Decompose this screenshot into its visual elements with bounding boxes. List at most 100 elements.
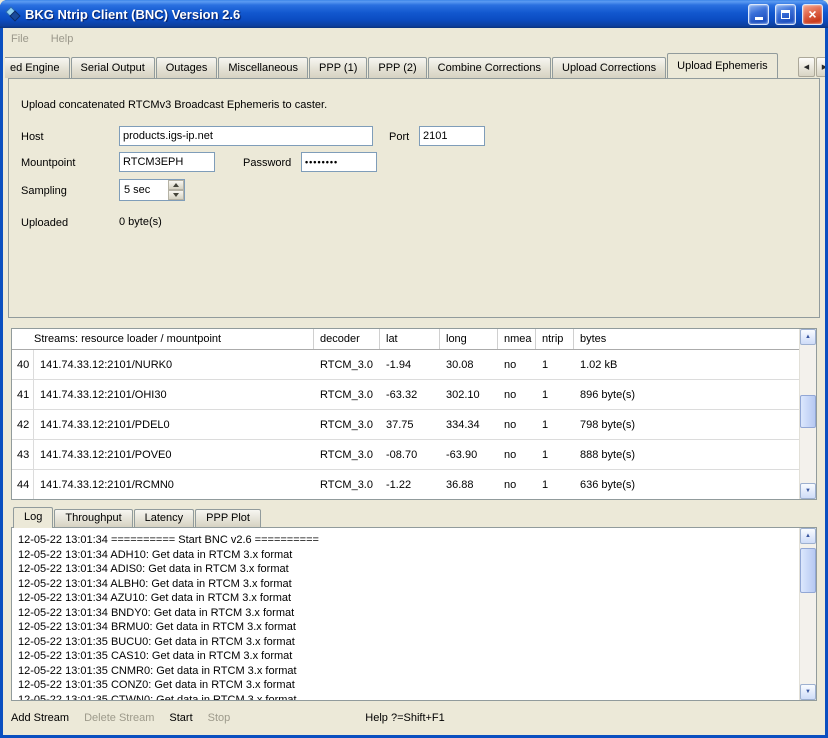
tab-ppp-1[interactable]: PPP (1) [309, 57, 367, 78]
streams-scroll-thumb[interactable] [800, 395, 816, 428]
tab-throughput[interactable]: Throughput [54, 509, 132, 527]
log-line: 12-05-22 13:01:35 CNMR0: Get data in RTC… [18, 664, 793, 679]
tab-latency[interactable]: Latency [134, 509, 195, 527]
tab-serial-output[interactable]: Serial Output [71, 57, 155, 78]
help-button[interactable]: Help ?=Shift+F1 [365, 712, 445, 724]
long-cell: 30.08 [440, 359, 498, 371]
minimize-icon [755, 17, 763, 20]
stream-row[interactable]: 42141.74.33.12:2101/PDEL0RTCM_3.037.7533… [12, 410, 799, 440]
log-scroll-up-button[interactable]: ▲ [800, 528, 816, 544]
sampling-value[interactable]: 5 sec [120, 180, 168, 200]
sampling-down-button[interactable] [168, 190, 184, 200]
window-title: BKG Ntrip Client (BNC) Version 2.6 [25, 7, 742, 22]
column-header-decoder: decoder [314, 329, 380, 349]
streams-scroll-up-button[interactable]: ▲ [800, 329, 816, 345]
maximize-button[interactable] [775, 4, 796, 25]
streams-scroll-down-button[interactable]: ▼ [800, 483, 816, 499]
row-number: 44 [12, 470, 34, 499]
log-output[interactable]: 12-05-22 13:01:34 ========== Start BNC v… [12, 528, 799, 700]
app-icon [5, 6, 21, 22]
sampling-label: Sampling [21, 184, 67, 198]
title-bar[interactable]: BKG Ntrip Client (BNC) Version 2.6 × [0, 0, 828, 28]
menu-file[interactable]: File [11, 33, 29, 45]
log-scrollbar[interactable]: ▲ ▼ [799, 528, 816, 700]
start-button[interactable]: Start [169, 712, 192, 724]
tab-upload-ephemeris[interactable]: Upload Ephemeris [667, 53, 778, 78]
streams-table-main: Streams: resource loader / mountpointdec… [12, 329, 799, 499]
row-number: 42 [12, 410, 34, 439]
delete-stream-button: Delete Stream [84, 712, 154, 724]
lat-cell: 37.75 [380, 419, 440, 431]
port-input[interactable] [419, 126, 485, 146]
tab-combine-corrections[interactable]: Combine Corrections [428, 57, 551, 78]
nmea-cell: no [498, 359, 536, 371]
nmea-cell: no [498, 479, 536, 491]
ntrip-cell: 1 [536, 389, 574, 401]
nmea-cell: no [498, 419, 536, 431]
panel-description: Upload concatenated RTCMv3 Broadcast Eph… [21, 99, 327, 111]
log-scroll-down-button[interactable]: ▼ [800, 684, 816, 700]
tab-miscellaneous[interactable]: Miscellaneous [218, 57, 308, 78]
ntrip-cell: 1 [536, 479, 574, 491]
stream-row[interactable]: 40141.74.33.12:2101/NURK0RTCM_3.0-1.9430… [12, 350, 799, 380]
row-number: 40 [12, 350, 34, 379]
port-label: Port [389, 130, 409, 144]
mountpoint-label: Mountpoint [21, 156, 75, 170]
log-scroll-thumb[interactable] [800, 548, 816, 593]
stop-button: Stop [208, 712, 231, 724]
log-line: 12-05-22 13:01:34 ALBH0: Get data in RTC… [18, 577, 793, 592]
stream-cell: 141.74.33.12:2101/NURK0 [34, 359, 314, 371]
log-tab-bar: LogThroughputLatencyPPP Plot [3, 507, 825, 527]
long-cell: 36.88 [440, 479, 498, 491]
sampling-spin-buttons [168, 180, 184, 200]
add-stream-button[interactable]: Add Stream [11, 712, 69, 724]
sampling-up-button[interactable] [168, 180, 184, 190]
long-cell: 302.10 [440, 389, 498, 401]
tab-upload-corrections[interactable]: Upload Corrections [552, 57, 666, 78]
stream-row[interactable]: 44141.74.33.12:2101/RCMN0RTCM_3.0-1.2236… [12, 470, 799, 499]
sampling-spinbox[interactable]: 5 sec [119, 179, 185, 201]
close-button[interactable]: × [802, 4, 823, 25]
decoder-cell: RTCM_3.0 [314, 449, 380, 461]
long-cell: 334.34 [440, 419, 498, 431]
stream-row[interactable]: 41141.74.33.12:2101/OHI30RTCM_3.0-63.323… [12, 380, 799, 410]
menu-help[interactable]: Help [51, 33, 74, 45]
main-tab-bar: ed EngineSerial OutputOutagesMiscellaneo… [3, 50, 825, 78]
row-number: 41 [12, 380, 34, 409]
bytes-cell: 888 byte(s) [574, 449, 799, 461]
host-label: Host [21, 130, 44, 144]
host-input[interactable] [119, 126, 373, 146]
tab-log[interactable]: Log [13, 507, 53, 528]
lat-cell: -1.94 [380, 359, 440, 371]
log-panel: 12-05-22 13:01:34 ========== Start BNC v… [11, 527, 817, 701]
tab-outages[interactable]: Outages [156, 57, 218, 78]
minimize-button[interactable] [748, 4, 769, 25]
decoder-cell: RTCM_3.0 [314, 419, 380, 431]
tab-scroll-left-button[interactable]: ◀ [798, 57, 815, 77]
long-cell: -63.90 [440, 449, 498, 461]
uploaded-label: Uploaded [21, 216, 68, 230]
streams-scroll-track[interactable] [800, 345, 816, 483]
tab-ppp-plot[interactable]: PPP Plot [195, 509, 261, 527]
nmea-cell: no [498, 449, 536, 461]
ntrip-cell: 1 [536, 449, 574, 461]
log-line: 12-05-22 13:01:34 ADH10: Get data in RTC… [18, 548, 793, 563]
streams-table-header: Streams: resource loader / mountpointdec… [12, 329, 799, 350]
log-scroll-track[interactable] [800, 544, 816, 684]
streams-table-body: 40141.74.33.12:2101/NURK0RTCM_3.0-1.9430… [12, 350, 799, 499]
tab-ppp-2[interactable]: PPP (2) [368, 57, 426, 78]
log-line: 12-05-22 13:01:34 ========== Start BNC v… [18, 533, 793, 548]
streams-scrollbar[interactable]: ▲ ▼ [799, 329, 816, 499]
password-input[interactable] [301, 152, 377, 172]
tab-ed-engine[interactable]: ed Engine [5, 57, 70, 78]
maximize-icon [781, 10, 790, 19]
ntrip-cell: 1 [536, 359, 574, 371]
column-header-ntrip: ntrip [536, 329, 574, 349]
main-tabs: ed EngineSerial OutputOutagesMiscellaneo… [5, 53, 779, 78]
stream-row[interactable]: 43141.74.33.12:2101/POVE0RTCM_3.0-08.70-… [12, 440, 799, 470]
streams-table: Streams: resource loader / mountpointdec… [11, 328, 817, 500]
mountpoint-input[interactable] [119, 152, 215, 172]
tab-scroll-right-button[interactable]: ▶ [816, 57, 825, 77]
stream-cell: 141.74.33.12:2101/POVE0 [34, 449, 314, 461]
ntrip-cell: 1 [536, 419, 574, 431]
